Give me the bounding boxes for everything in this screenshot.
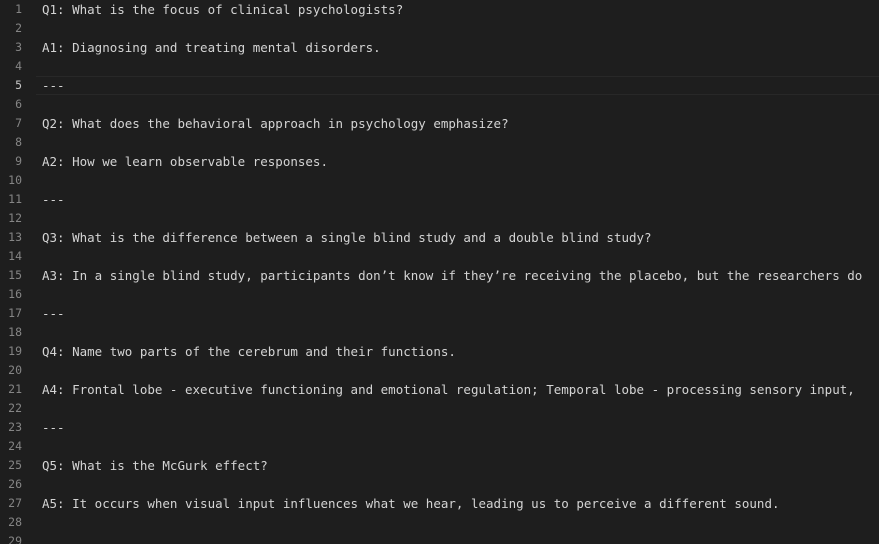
line-number: 19 — [8, 344, 22, 358]
line-number: 17 — [8, 306, 22, 320]
line-number-active: 5 — [15, 78, 22, 92]
line-text[interactable]: Q5: What is the McGurk effect? — [42, 456, 268, 475]
line-number: 23 — [8, 420, 22, 434]
editor-line[interactable]: 7 Q2: What does the behavioral approach i… — [0, 114, 879, 133]
line-number: 8 — [15, 135, 22, 149]
editor-line[interactable]: 27 A5: It occurs when visual input influe… — [0, 494, 879, 513]
editor-line[interactable]: 26 — [0, 475, 879, 494]
editor-line[interactable]: 1 Q1: What is the focus of clinical psych… — [0, 0, 879, 19]
editor-line[interactable]: 4 — [0, 57, 879, 76]
line-number: 24 — [8, 439, 22, 453]
editor-line[interactable]: 25 Q5: What is the McGurk effect? — [0, 456, 879, 475]
line-number: 13 — [8, 230, 22, 244]
text-editor[interactable]: 1 Q1: What is the focus of clinical psych… — [0, 0, 879, 544]
editor-line[interactable]: 13 Q3: What is the difference between a s… — [0, 228, 879, 247]
editor-line[interactable]: 6 — [0, 95, 879, 114]
editor-line[interactable]: 17 --- — [0, 304, 879, 323]
editor-line[interactable]: 3 A1: Diagnosing and treating mental diso… — [0, 38, 879, 57]
line-text[interactable]: A1: Diagnosing and treating mental disor… — [42, 38, 381, 57]
editor-line[interactable]: 28 — [0, 513, 879, 532]
line-number: 12 — [8, 211, 22, 225]
line-number: 10 — [8, 173, 22, 187]
line-number: 11 — [8, 192, 22, 206]
editor-line[interactable]: 22 — [0, 399, 879, 418]
line-text[interactable]: --- — [42, 304, 65, 323]
editor-line[interactable]: 11 --- — [0, 190, 879, 209]
line-number: 9 — [15, 154, 22, 168]
line-text[interactable]: Q2: What does the behavioral approach in… — [42, 114, 509, 133]
editor-line[interactable]: 24 — [0, 437, 879, 456]
line-number: 7 — [15, 116, 22, 130]
line-text[interactable]: A4: Frontal lobe - executive functioning… — [42, 380, 855, 399]
editor-line[interactable]: 8 — [0, 133, 879, 152]
line-text[interactable]: A3: In a single blind study, participant… — [42, 266, 862, 285]
editor-line[interactable]: 16 — [0, 285, 879, 304]
editor-line[interactable]: 18 — [0, 323, 879, 342]
editor-line-current[interactable]: 5 --- — [0, 76, 879, 95]
editor-line[interactable]: 14 — [0, 247, 879, 266]
editor-line[interactable]: 2 — [0, 19, 879, 38]
editor-line[interactable]: 21 A4: Frontal lobe - executive functioni… — [0, 380, 879, 399]
line-text[interactable]: A2: How we learn observable responses. — [42, 152, 328, 171]
line-number: 25 — [8, 458, 22, 472]
line-number: 28 — [8, 515, 22, 529]
line-text[interactable]: --- — [42, 190, 65, 209]
editor-line[interactable]: 23 --- — [0, 418, 879, 437]
line-number: 6 — [15, 97, 22, 111]
editor-line[interactable]: 20 — [0, 361, 879, 380]
line-number: 20 — [8, 363, 22, 377]
line-text[interactable]: Q4: Name two parts of the cerebrum and t… — [42, 342, 456, 361]
line-text[interactable]: --- — [42, 418, 65, 437]
line-text[interactable]: Q1: What is the focus of clinical psycho… — [42, 0, 403, 19]
line-number: 21 — [8, 382, 22, 396]
line-text[interactable]: A5: It occurs when visual input influenc… — [42, 494, 780, 513]
editor-line[interactable]: 12 — [0, 209, 879, 228]
line-number: 22 — [8, 401, 22, 415]
line-number: 4 — [15, 59, 22, 73]
line-number: 15 — [8, 268, 22, 282]
editor-line[interactable]: 19 Q4: Name two parts of the cerebrum and… — [0, 342, 879, 361]
editor-line[interactable]: 10 — [0, 171, 879, 190]
line-text[interactable]: Q3: What is the difference between a sin… — [42, 228, 652, 247]
line-number: 2 — [15, 21, 22, 35]
line-number: 3 — [15, 40, 22, 54]
editor-line[interactable]: 15 A3: In a single blind study, participa… — [0, 266, 879, 285]
editor-line[interactable]: 9 A2: How we learn observable responses. — [0, 152, 879, 171]
line-number: 27 — [8, 496, 22, 510]
line-text[interactable]: --- — [42, 76, 65, 95]
line-number: 14 — [8, 249, 22, 263]
line-number: 29 — [8, 534, 22, 544]
line-number: 26 — [8, 477, 22, 491]
editor-line[interactable]: 29 — [0, 532, 879, 544]
line-number: 16 — [8, 287, 22, 301]
line-number: 18 — [8, 325, 22, 339]
line-number: 1 — [15, 2, 22, 16]
